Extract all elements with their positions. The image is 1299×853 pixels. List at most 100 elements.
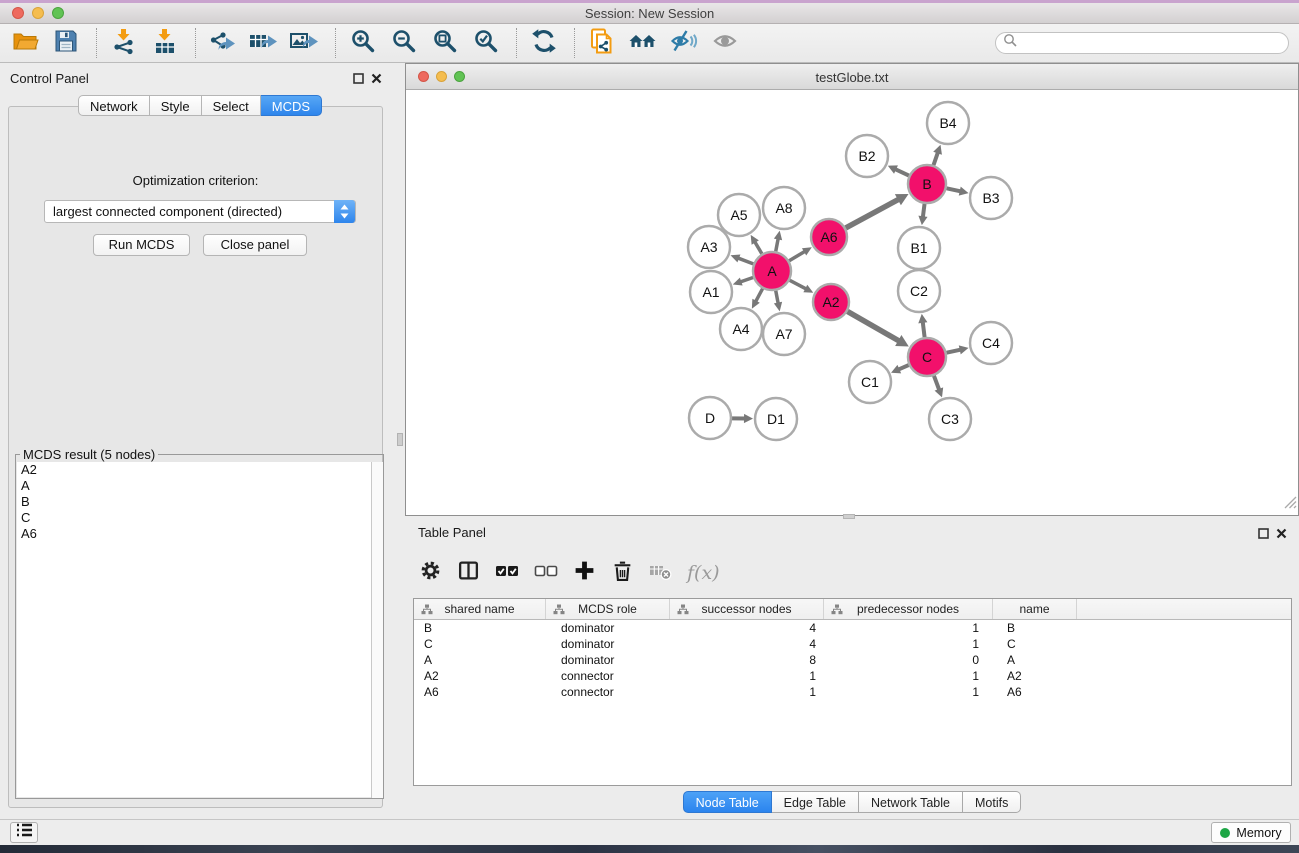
column-header-predecessor-nodes[interactable]: predecessor nodes [824,599,993,619]
column-settings-button[interactable] [419,559,442,587]
run-mcds-button[interactable]: Run MCDS [93,234,190,256]
close-panel-button[interactable]: Close panel [203,234,307,256]
graph-node-D1[interactable]: D1 [755,398,797,440]
refresh-layout-button[interactable] [529,28,559,58]
export-image-button[interactable] [290,28,320,58]
table-cell[interactable]: B [993,620,1077,636]
table-cell[interactable] [1077,636,1291,652]
mcds-result-item[interactable]: A2 [17,462,383,478]
open-session-button[interactable] [10,28,40,58]
close-panel-icon[interactable] [1276,526,1287,544]
graph-node-A5[interactable]: A5 [718,194,760,236]
table-cell[interactable]: 8 [670,652,824,668]
zoom-in-button[interactable] [348,28,378,58]
zoom-out-button[interactable] [389,28,419,58]
duplicate-network-button[interactable] [587,28,617,58]
import-table-button[interactable] [150,28,180,58]
search-field[interactable] [995,32,1289,54]
table-cell[interactable]: connector [546,668,670,684]
tab-network-table[interactable]: Network Table [859,791,963,813]
graph-node-A4[interactable]: A4 [720,308,762,350]
function-builder-button[interactable]: f(x) [687,562,720,584]
graph-node-D[interactable]: D [689,397,731,439]
mcds-result-scrollbar[interactable] [371,462,383,798]
search-input[interactable] [1018,34,1288,52]
table-cell[interactable] [1077,668,1291,684]
table-cell[interactable]: 1 [670,684,824,700]
table-row[interactable]: Adominator80A [414,652,1291,668]
import-network-button[interactable] [109,28,139,58]
graph-node-B4[interactable]: B4 [927,102,969,144]
table-cell[interactable]: connector [546,684,670,700]
task-history-button[interactable] [10,822,38,843]
delete-column-button[interactable] [611,559,634,587]
memory-button[interactable]: Memory [1211,822,1291,843]
table-cell[interactable]: A6 [993,684,1077,700]
table-cell[interactable]: dominator [546,620,670,636]
zoom-selected-button[interactable] [471,28,501,58]
hide-graphics-details-button[interactable] [669,28,699,58]
control-tab-mcds[interactable]: MCDS [261,95,322,116]
column-header-shared-name[interactable]: shared name [414,599,546,619]
close-panel-icon[interactable] [371,71,382,89]
float-panel-icon[interactable] [1258,526,1269,544]
tab-motifs[interactable]: Motifs [963,791,1021,813]
table-cell[interactable]: 1 [824,620,993,636]
table-row[interactable]: Bdominator41B [414,620,1291,636]
delete-table-button[interactable] [649,560,672,587]
graph-node-B3[interactable]: B3 [970,177,1012,219]
table-cell[interactable]: A [414,652,546,668]
table-cell[interactable]: 4 [670,620,824,636]
graph-node-A2[interactable]: A2 [813,284,849,320]
float-panel-icon[interactable] [353,71,364,89]
graph-node-C1[interactable]: C1 [849,361,891,403]
table-cell[interactable]: dominator [546,652,670,668]
table-cell[interactable] [1077,620,1291,636]
table-cell[interactable]: dominator [546,636,670,652]
graph-node-C2[interactable]: C2 [898,270,940,312]
graph-node-A1[interactable]: A1 [690,271,732,313]
table-cell[interactable]: 4 [670,636,824,652]
split-panel-button[interactable] [457,559,480,587]
tab-edge-table[interactable]: Edge Table [772,791,859,813]
save-session-button[interactable] [51,28,81,58]
add-column-button[interactable] [573,559,596,587]
graph-node-A3[interactable]: A3 [688,226,730,268]
criterion-dropdown[interactable]: largest connected component (directed) [44,200,356,223]
export-table-button[interactable] [249,28,279,58]
graph-node-B2[interactable]: B2 [846,135,888,177]
table-cell[interactable]: A6 [414,684,546,700]
show-graphics-details-button[interactable] [710,28,740,58]
table-cell[interactable]: 1 [824,668,993,684]
resize-grip-icon[interactable] [1282,494,1297,514]
splitter-grip[interactable] [397,433,403,446]
table-cell[interactable]: C [414,636,546,652]
zoom-fit-button[interactable] [430,28,460,58]
control-tab-style[interactable]: Style [150,95,202,116]
graph-node-A8[interactable]: A8 [763,187,805,229]
table-cell[interactable]: A2 [993,668,1077,684]
graph-node-A7[interactable]: A7 [763,313,805,355]
graph-node-A6[interactable]: A6 [811,219,847,255]
control-tab-network[interactable]: Network [78,95,150,116]
table-cell[interactable]: 1 [824,684,993,700]
tab-node-table[interactable]: Node Table [683,791,772,813]
table-cell[interactable] [1077,684,1291,700]
table-cell[interactable]: 1 [670,668,824,684]
table-row[interactable]: Cdominator41C [414,636,1291,652]
network-canvas[interactable]: AA6A2BCA5A8A3A1A4A7B2B4B3B1C2C4C1C3DD1 [406,90,1298,515]
select-all-button[interactable] [495,560,519,587]
column-header-successor-nodes[interactable]: successor nodes [670,599,824,619]
graph-node-C3[interactable]: C3 [929,398,971,440]
table-cell[interactable]: B [414,620,546,636]
mcds-result-item[interactable]: A6 [17,526,383,542]
home-view-button[interactable] [628,28,658,58]
table-cell[interactable]: C [993,636,1077,652]
graph-node-B[interactable]: B [908,165,946,203]
column-header-mcds-role[interactable]: MCDS role [546,599,670,619]
deselect-all-button[interactable] [534,560,558,587]
graph-node-C[interactable]: C [908,338,946,376]
table-row[interactable]: A6connector11A6 [414,684,1291,700]
splitter-grip-horizontal[interactable] [843,514,855,519]
table-cell[interactable]: A2 [414,668,546,684]
